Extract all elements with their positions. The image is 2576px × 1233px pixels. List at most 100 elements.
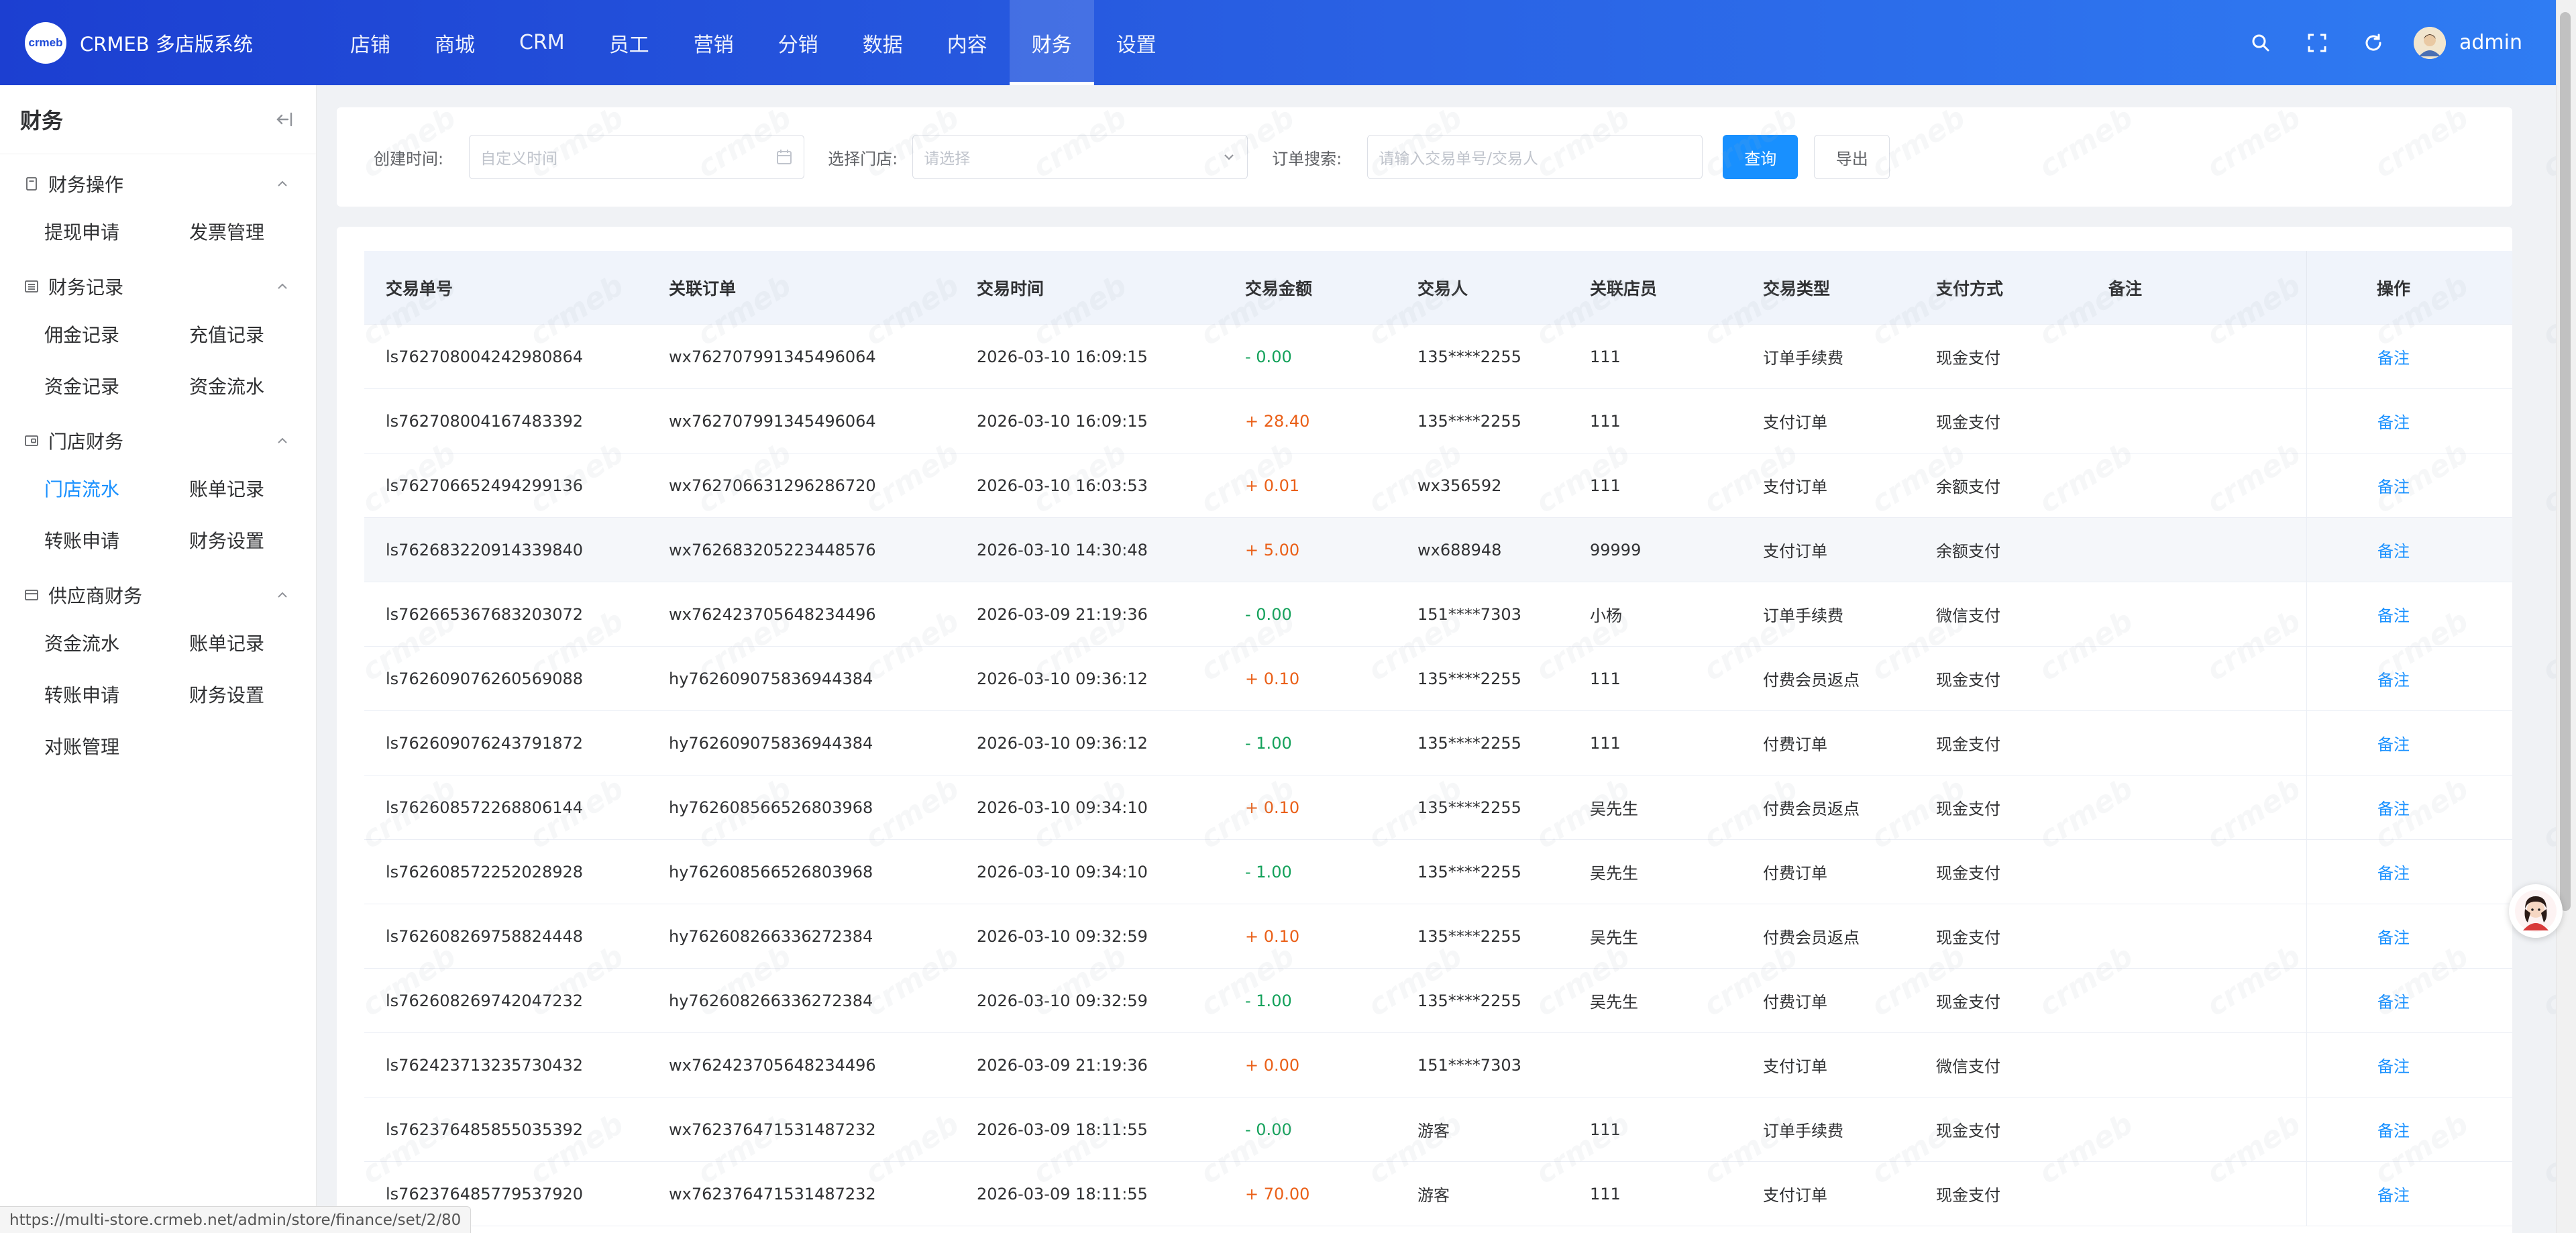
collapse-sidebar-icon[interactable] <box>274 111 293 127</box>
transaction-time-cell: 2026-03-10 09:34:10 <box>977 798 1148 817</box>
related-order-cell: wx762423705648234496 <box>669 604 876 624</box>
sidebar-item[interactable]: 资金流水 <box>44 616 189 668</box>
top-nav-item[interactable]: 员工 <box>587 0 672 85</box>
remark-link[interactable]: 备注 <box>2377 409 2410 433</box>
user-menu[interactable]: admin <box>2414 26 2522 59</box>
remark-link[interactable]: 备注 <box>2377 474 2410 497</box>
remark-link[interactable]: 备注 <box>2377 667 2410 690</box>
order-search-placeholder: 请输入交易单号/交易人 <box>1379 150 1539 168</box>
sidebar-title: 财务 <box>20 108 64 133</box>
sidebar-item[interactable]: 转账申请 <box>44 514 189 566</box>
card-icon <box>24 588 39 602</box>
sidebar-item[interactable]: 资金记录 <box>44 360 189 411</box>
order-search-label: 订单搜索: <box>1272 149 1342 168</box>
store-select[interactable]: 请选择 <box>912 135 1248 179</box>
top-nav-item[interactable]: 店铺 <box>328 0 413 85</box>
fullscreen-icon[interactable] <box>2289 33 2345 53</box>
remark-link[interactable]: 备注 <box>2377 989 2410 1012</box>
sidebar-item[interactable]: 佣金记录 <box>44 308 189 360</box>
logo[interactable]: crmeb CRMEB 多店版系统 <box>25 21 328 64</box>
calendar-icon <box>775 148 793 166</box>
sidebar-item[interactable]: 资金流水 <box>189 360 316 411</box>
clerk-cell: 吴先生 <box>1590 800 1638 818</box>
payment-method-cell: 现金支付 <box>1936 800 2000 818</box>
trader-cell: 151****7303 <box>1417 604 1521 624</box>
search-icon[interactable] <box>2233 33 2289 53</box>
remark-link[interactable]: 备注 <box>2377 1053 2410 1077</box>
sidebar-group-header[interactable]: 财务操作 <box>0 162 316 205</box>
sidebar-item[interactable]: 财务设置 <box>189 668 316 720</box>
payment-method-cell: 现金支付 <box>1936 735 2000 754</box>
remark-link[interactable]: 备注 <box>2377 731 2410 755</box>
sidebar-header: 财务 <box>0 85 316 154</box>
column-header: 备注 <box>2108 278 2143 299</box>
actions-cell: 备注 <box>2306 1033 2480 1097</box>
assistant-avatar-button[interactable] <box>2509 884 2563 938</box>
transaction-time-cell: 2026-03-09 21:19:36 <box>977 1055 1148 1075</box>
transaction-time-cell: 2026-03-09 18:11:55 <box>977 1184 1148 1203</box>
payment-method-cell: 余额支付 <box>1936 478 2000 496</box>
date-range-picker[interactable]: 自定义时间 <box>469 135 805 179</box>
logo-mark: crmeb <box>25 21 66 64</box>
remark-link[interactable]: 备注 <box>2377 538 2410 561</box>
top-nav-item[interactable]: 数据 <box>841 0 925 85</box>
sidebar-group: 财务操作 提现申请 发票管理 <box>0 154 316 257</box>
trader-cell: wx356592 <box>1417 476 1502 495</box>
top-nav-item[interactable]: 设置 <box>1094 0 1179 85</box>
transaction-time-cell: 2026-03-10 09:34:10 <box>977 862 1148 881</box>
remark-link[interactable]: 备注 <box>2377 345 2410 368</box>
actions-cell: 备注 <box>2306 325 2480 388</box>
sidebar-item[interactable]: 提现申请 <box>44 205 189 257</box>
column-header: 交易单号 <box>386 278 453 299</box>
amount-cell: + 0.10 <box>1245 669 1300 688</box>
table-header: 交易单号 关联订单 交易时间 交易金额 交易人 关联店员 交易类型 支付方式 备注 操作 <box>364 251 2512 325</box>
sidebar-item[interactable]: 充值记录 <box>189 308 316 360</box>
sidebar-group-header[interactable]: 供应商财务 <box>0 574 316 616</box>
sidebar-item[interactable]: 账单记录 <box>189 616 316 668</box>
payment-method-cell: 微信支付 <box>1936 1057 2000 1076</box>
related-order-cell: wx762706631296286720 <box>669 476 876 495</box>
top-nav-item[interactable]: 内容 <box>925 0 1010 85</box>
top-nav-item[interactable]: 商城 <box>413 0 497 85</box>
sidebar-item[interactable]: 对账管理 <box>44 720 189 771</box>
clerk-cell: 111 <box>1590 476 1621 495</box>
top-nav-item[interactable]: 分销 <box>756 0 841 85</box>
clerk-cell: 99999 <box>1590 540 1642 559</box>
remark-link[interactable]: 备注 <box>2377 860 2410 883</box>
sidebar-item[interactable]: 转账申请 <box>44 668 189 720</box>
remark-link[interactable]: 备注 <box>2377 602 2410 626</box>
sidebar-item[interactable]: 发票管理 <box>189 205 316 257</box>
top-nav-item[interactable]: 营销 <box>672 0 756 85</box>
scrollbar-thumb[interactable] <box>2560 12 2571 911</box>
payment-method-cell: 现金支付 <box>1936 1186 2000 1205</box>
sidebar-group-header[interactable]: 门店财务 <box>0 419 316 462</box>
avatar <box>2414 26 2446 59</box>
page-scrollbar[interactable] <box>2556 0 2576 1233</box>
top-nav-item[interactable]: CRM <box>497 0 587 85</box>
sidebar-group-items: 提现申请 发票管理 <box>0 205 316 257</box>
sidebar-item[interactable]: 门店流水 <box>44 462 189 514</box>
remark-link[interactable]: 备注 <box>2377 1118 2410 1141</box>
sidebar-group-header[interactable]: 财务记录 <box>0 265 316 308</box>
top-nav-item[interactable]: 财务 <box>1009 0 1094 85</box>
transaction-no-cell: ls762376485855035392 <box>386 1120 584 1139</box>
refresh-icon[interactable] <box>2345 33 2402 53</box>
transaction-no-cell: ls762608269742047232 <box>386 991 584 1010</box>
sidebar-item[interactable]: 账单记录 <box>189 462 316 514</box>
remark-link[interactable]: 备注 <box>2377 796 2410 819</box>
export-button[interactable]: 导出 <box>1814 135 1890 179</box>
query-button[interactable]: 查询 <box>1723 135 1799 179</box>
username: admin <box>2459 31 2522 54</box>
clerk-cell: 吴先生 <box>1590 928 1638 947</box>
column-header: 交易金额 <box>1245 278 1313 299</box>
sidebar-menu: 财务操作 提现申请 发票管理 财务记录 佣金记录 充值记录 资金记录 资金流水 门店财务 门店流水… <box>0 154 316 771</box>
transaction-type-cell: 付费订单 <box>1763 735 1827 754</box>
actions-cell: 备注 <box>2306 1097 2480 1161</box>
remark-link[interactable]: 备注 <box>2377 1182 2410 1205</box>
transaction-time-cell: 2026-03-10 09:32:59 <box>977 991 1148 1010</box>
actions-cell: 备注 <box>2306 969 2480 1032</box>
order-search-input[interactable]: 请输入交易单号/交易人 <box>1367 135 1703 179</box>
sidebar: 财务 财务操作 提现申请 发票管理 财务记录 佣金记录 充值记录 资金记录 资金流水 门店财务门… <box>0 85 317 1233</box>
sidebar-item[interactable]: 财务设置 <box>189 514 316 566</box>
remark-link[interactable]: 备注 <box>2377 924 2410 948</box>
